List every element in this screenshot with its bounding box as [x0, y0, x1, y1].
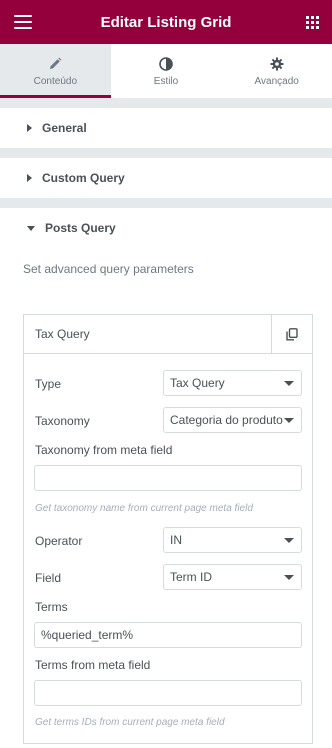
- panel-tabs: Conteúdo Estilo Avançado: [0, 44, 332, 98]
- section-custom-query[interactable]: Custom Query: [0, 158, 332, 198]
- tab-content-label: Conteúdo: [33, 76, 78, 87]
- field-select[interactable]: Term ID: [163, 564, 302, 590]
- grid-icon[interactable]: [306, 16, 319, 29]
- terms-meta-input[interactable]: [34, 680, 302, 706]
- taxonomy-select-value: Categoria do produto: [170, 413, 283, 427]
- repeater-item-title: Tax Query: [35, 327, 90, 341]
- caret-right-icon: [27, 124, 32, 132]
- tab-advanced[interactable]: Avançado: [221, 44, 332, 98]
- type-label: Type: [35, 377, 62, 391]
- field-select-value: Term ID: [170, 570, 212, 584]
- section-posts-query-label: Posts Query: [45, 221, 116, 235]
- duplicate-button[interactable]: [271, 315, 312, 353]
- hamburger-icon[interactable]: [14, 15, 32, 29]
- panel-title: Editar Listing Grid: [100, 13, 232, 31]
- section-description: Set advanced query parameters: [23, 262, 194, 276]
- tab-advanced-label: Avançado: [254, 76, 299, 87]
- operator-select-value: IN: [170, 533, 182, 547]
- chevron-down-icon: [284, 538, 294, 543]
- pencil-icon: [48, 56, 62, 72]
- terms-label: Terms: [35, 600, 68, 614]
- repeater-item-tax-query: Tax Query Type Tax Query Taxonomy Catego…: [23, 314, 313, 744]
- section-custom-query-label: Custom Query: [42, 171, 125, 185]
- section-posts-query-header[interactable]: Posts Query: [0, 208, 332, 248]
- caret-down-icon: [27, 226, 35, 231]
- editor-header: Editar Listing Grid: [0, 0, 332, 44]
- terms-input[interactable]: %queried_term%: [34, 622, 302, 648]
- caret-right-icon: [27, 174, 32, 182]
- taxonomy-label: Taxonomy: [35, 414, 90, 428]
- taxonomy-meta-hint: Get taxonomy name from current page meta…: [35, 503, 253, 514]
- chevron-down-icon: [284, 418, 294, 423]
- section-general-label: General: [42, 121, 87, 135]
- section-general-header[interactable]: General: [0, 108, 332, 148]
- copy-icon: [286, 327, 298, 340]
- gear-icon: [270, 56, 284, 72]
- tab-style[interactable]: Estilo: [111, 44, 222, 98]
- repeater-item-header[interactable]: Tax Query: [24, 315, 312, 354]
- taxonomy-select[interactable]: Categoria do produto: [163, 407, 302, 433]
- field-label: Field: [35, 571, 62, 585]
- section-general[interactable]: General: [0, 108, 332, 148]
- terms-meta-label: Terms from meta field: [35, 658, 151, 672]
- tab-content[interactable]: Conteúdo: [0, 44, 111, 98]
- tab-style-label: Estilo: [153, 76, 179, 87]
- operator-label: Operator: [35, 534, 83, 548]
- contrast-icon: [159, 56, 173, 72]
- chevron-down-icon: [284, 575, 294, 580]
- terms-meta-hint: Get terms IDs from current page meta fie…: [35, 717, 225, 728]
- type-select[interactable]: Tax Query: [163, 370, 302, 396]
- type-select-value: Tax Query: [170, 376, 225, 390]
- taxonomy-meta-label: Taxonomy from meta field: [35, 443, 173, 457]
- operator-select[interactable]: IN: [163, 527, 302, 553]
- section-custom-query-header[interactable]: Custom Query: [0, 158, 332, 198]
- taxonomy-meta-input[interactable]: [34, 465, 302, 491]
- chevron-down-icon: [284, 381, 294, 386]
